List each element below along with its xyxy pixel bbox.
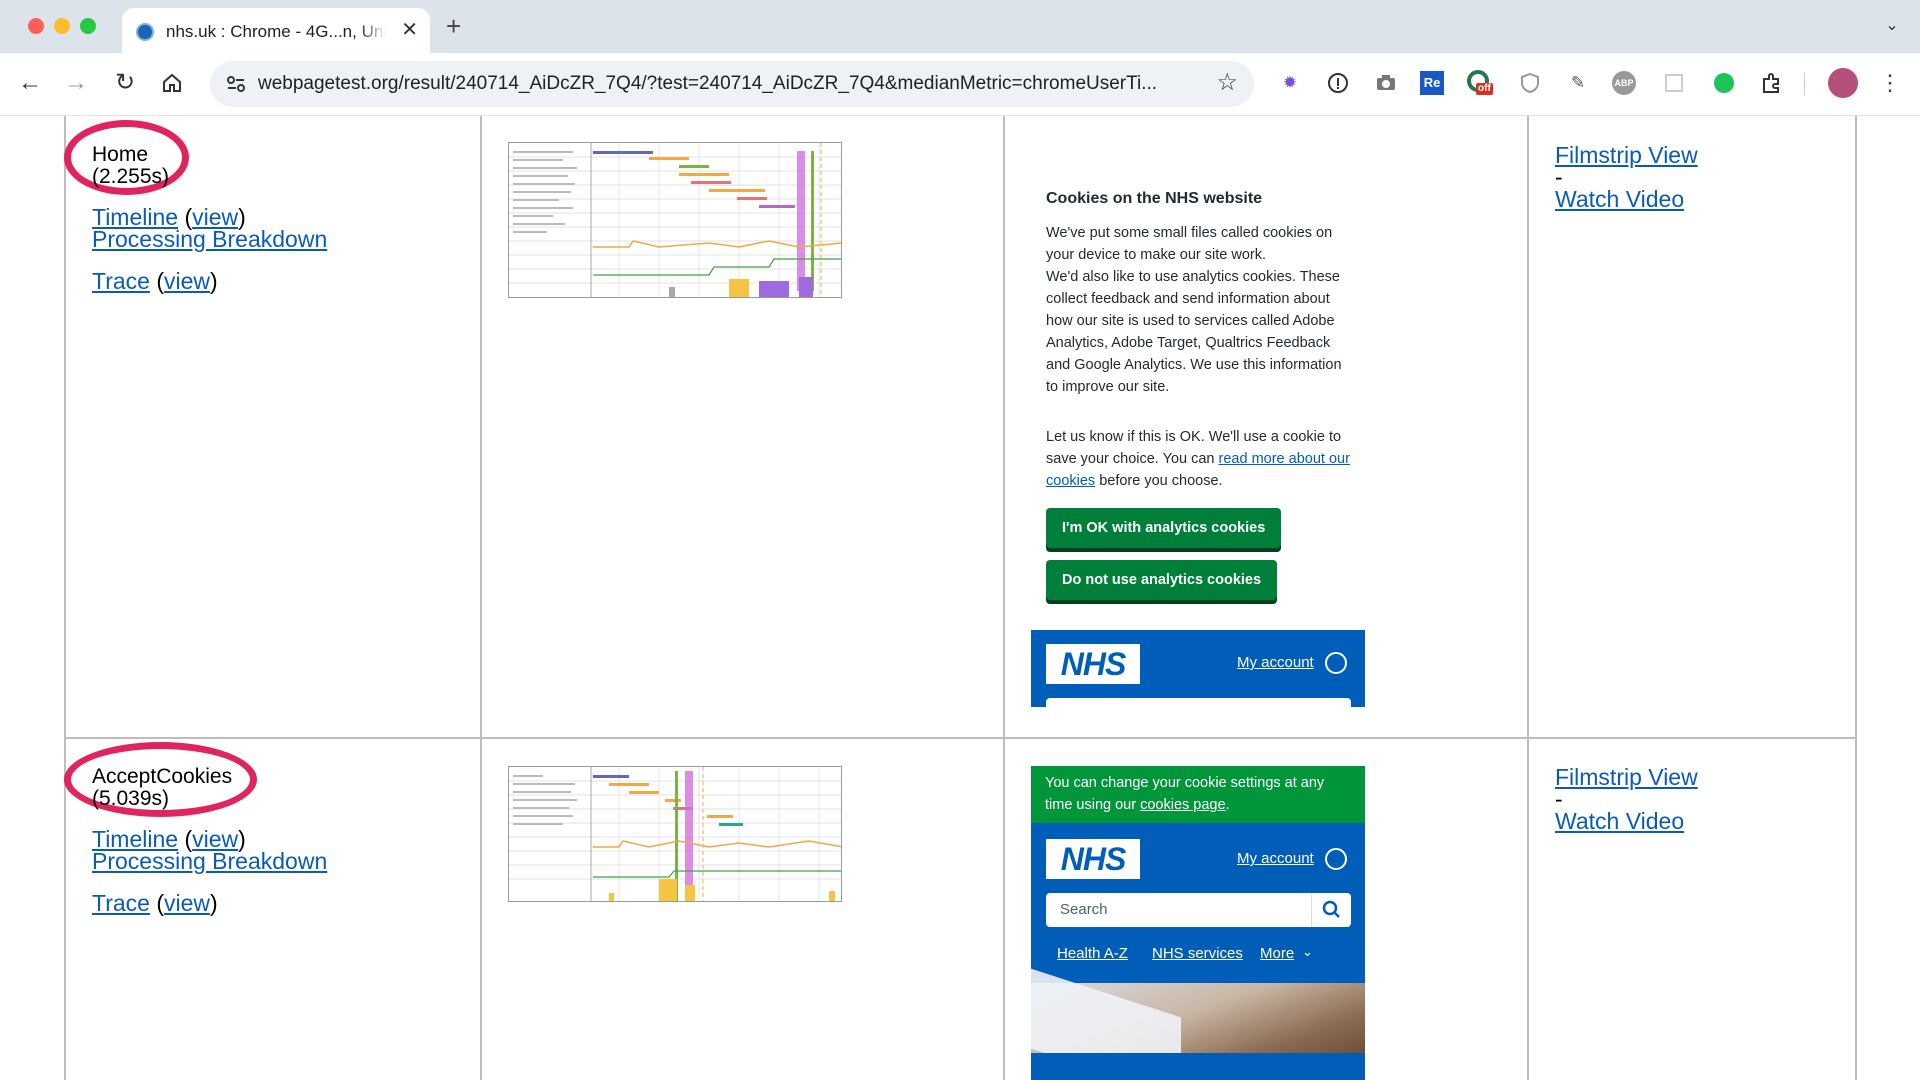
cookie-banner-paragraph: Let us know if this is OK. We'll use a c… (1046, 429, 1350, 489)
camera-extension-icon[interactable] (1372, 69, 1400, 97)
back-arrow-icon[interactable]: ← (14, 67, 46, 99)
grid-extension-icon[interactable] (1660, 69, 1688, 97)
tab-title: nhs.uk : Chrome - 4G...n, United (166, 22, 386, 41)
my-account-link[interactable]: My account (1237, 654, 1314, 671)
table-border (1855, 116, 1857, 1080)
search-icon (1322, 900, 1340, 918)
step-links: Timeline (view) Processing Breakdown Tra… (92, 826, 328, 916)
browser-toolbar: ← → ↻ webpagetest.org/result/240714_AiDc… (0, 53, 1920, 116)
tab-close-icon[interactable]: ✕ (401, 19, 418, 41)
tab-strip: nhs.uk : Chrome - 4G...n, United ✕ + ⌄ (0, 0, 1920, 53)
screenshot-nhs-homepage[interactable]: You can change your cookie settings at a… (1031, 766, 1365, 1080)
search-input[interactable]: Search (1046, 893, 1311, 927)
row-divider (64, 737, 1857, 739)
trace-view-link[interactable]: view (164, 268, 210, 294)
abp-extension-icon[interactable]: ABP (1612, 71, 1636, 95)
watch-video-link[interactable]: Watch Video (1555, 808, 1684, 834)
step-time: (2.255s) (92, 165, 170, 188)
account-icon (1325, 652, 1347, 674)
pin-extension-icon[interactable]: ✎ (1564, 69, 1592, 97)
bookmark-star-icon[interactable]: ☆ (1216, 69, 1238, 97)
forward-arrow-icon[interactable]: → (60, 67, 92, 99)
table-border (1527, 116, 1529, 1080)
hero-image (1031, 968, 1365, 1080)
step-time: (5.039s) (92, 787, 170, 810)
nhs-header: NHS My account (1031, 630, 1365, 707)
separator: - (1555, 164, 1563, 190)
table-border (64, 116, 66, 1080)
my-account-link[interactable]: My account (1237, 850, 1314, 867)
search-button[interactable] (1311, 893, 1351, 927)
url-text[interactable]: webpagetest.org/result/240714_AiDcZR_7Q4… (258, 73, 1208, 95)
re-extension-icon[interactable]: Re (1420, 71, 1444, 95)
chevron-down-icon: ⌄ (1302, 944, 1313, 959)
processing-breakdown-link[interactable]: Processing Breakdown (92, 848, 327, 874)
filmstrip-view-link[interactable]: Filmstrip View (1555, 142, 1698, 168)
waterfall-thumbnail[interactable] (508, 766, 842, 902)
accept-analytics-button[interactable]: I'm OK with analytics cookies (1046, 508, 1282, 548)
search-input[interactable] (1046, 698, 1351, 707)
puzzle-extensions-icon[interactable] (1758, 69, 1786, 97)
site-settings-icon[interactable] (224, 72, 248, 96)
nhs-logo: NHS (1046, 644, 1140, 684)
nav-more[interactable]: More (1260, 945, 1294, 962)
nhs-logo: NHS (1046, 839, 1140, 879)
more-menu-icon[interactable]: ⋮ (1876, 69, 1904, 97)
off-extension-icon[interactable]: off (1466, 69, 1494, 97)
off-badge: off (1476, 83, 1493, 95)
close-window-button[interactable] (28, 18, 44, 34)
reject-analytics-button[interactable]: Do not use analytics cookies (1046, 560, 1278, 600)
processing-breakdown-link[interactable]: Processing Breakdown (92, 226, 327, 252)
active-tab[interactable]: nhs.uk : Chrome - 4G...n, United ✕ (122, 8, 430, 53)
trace-link[interactable]: Trace (92, 268, 150, 294)
trace-link[interactable]: Trace (92, 890, 150, 916)
video-links: Filmstrip View - Watch Video (1555, 142, 1698, 212)
address-bar[interactable]: webpagetest.org/result/240714_AiDcZR_7Q4… (210, 61, 1254, 107)
profile-avatar[interactable] (1828, 68, 1858, 98)
watch-video-link[interactable]: Watch Video (1555, 186, 1684, 212)
nav-nhs-services[interactable]: NHS services (1152, 945, 1243, 962)
green-dot-extension-icon[interactable] (1710, 69, 1738, 97)
table-border (480, 116, 482, 1080)
step-name: Home (92, 143, 149, 166)
screenshot-cookie-banner[interactable]: Cookies on the NHS website We've put som… (1031, 142, 1365, 707)
cookies-page-link[interactable]: cookies page (1140, 797, 1225, 813)
table-border (1003, 116, 1005, 1080)
new-tab-button[interactable]: + (446, 12, 461, 40)
cookie-confirmation-banner: You can change your cookie settings at a… (1031, 766, 1365, 823)
info-extension-icon[interactable] (1324, 69, 1352, 97)
tab-search-chevron-icon[interactable]: ⌄ (1878, 12, 1906, 40)
nav-health-a-z[interactable]: Health A-Z (1057, 945, 1128, 962)
nhs-header: NHS My account Search Health A-Z NHS ser… (1031, 823, 1365, 1080)
filmstrip-view-link[interactable]: Filmstrip View (1555, 764, 1698, 790)
toolbar-separator (1804, 73, 1805, 95)
result-page: Home (2.255s) Timeline (view) Processing… (0, 116, 1920, 1080)
account-icon (1325, 848, 1347, 870)
site-favicon-icon (136, 23, 154, 41)
reload-icon[interactable]: ↻ (109, 67, 141, 99)
step-links: Timeline (view) Processing Breakdown Tra… (92, 204, 328, 294)
gear-extension-icon[interactable]: ✹ (1276, 69, 1304, 97)
maximize-window-button[interactable] (80, 18, 96, 34)
step-name: AcceptCookies (92, 765, 233, 788)
cookie-banner-paragraph: We've put some small files called cookie… (1046, 225, 1333, 263)
shield-extension-icon[interactable] (1516, 69, 1544, 97)
trace-view-link[interactable]: view (164, 890, 210, 916)
waterfall-thumbnail[interactable] (508, 142, 842, 298)
home-icon[interactable] (156, 67, 188, 99)
video-links: Filmstrip View - Watch Video (1555, 764, 1698, 834)
minimize-window-button[interactable] (54, 18, 70, 34)
cookie-banner-title: Cookies on the NHS website (1046, 190, 1263, 207)
separator: - (1555, 786, 1563, 812)
cookie-banner-paragraph: We'd also like to use analytics cookies.… (1046, 269, 1342, 395)
hero-card (1031, 1053, 1365, 1080)
